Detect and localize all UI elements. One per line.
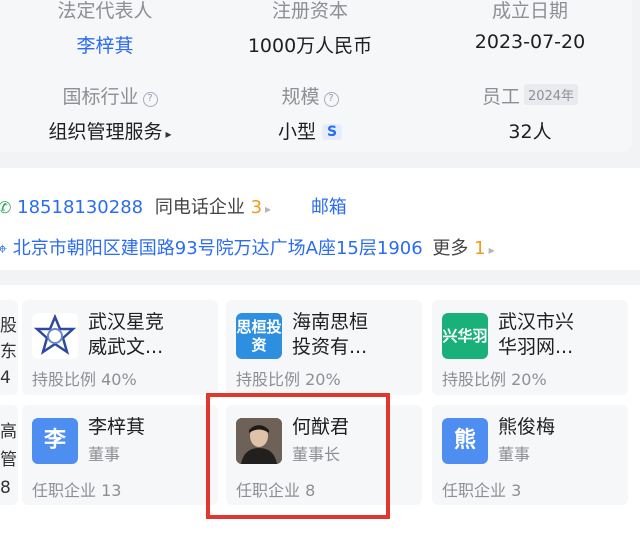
shareholder-name: 武汉市兴 [498,311,575,333]
caret-right-icon: ▸ [165,127,172,141]
more-count: 1 [474,238,486,259]
highlight-box [206,393,390,519]
shareholder-stat: 持股比例 20% [442,370,547,389]
legal-rep-label: 法定代表人 [57,0,153,22]
scale-cell: 规模? 小型 S [230,82,390,144]
contact-section: ✆ 18518130288 同电话企业 3 ▸ 邮箱 ⌖ 北京市朝阳区建国路93号… [0,168,640,270]
phone-icon: ✆ [0,198,12,217]
scale-tag: S [321,124,343,140]
scale-value: 小型 [277,121,316,143]
same-phone-count: 3 [250,197,263,218]
manager-card[interactable]: 李 李梓萁 董事 任职企业 13 [22,405,218,505]
company-info-card: 法定代表人 李梓萁 注册资本 1000万人民币 成立日期 2023-07-20 … [0,0,632,152]
same-phone-link[interactable]: 同电话企业 [155,197,245,218]
founded-cell: 成立日期 2023-07-20 [450,0,610,53]
staff-year-badge: 2024年 [523,84,579,105]
help-icon[interactable]: ? [142,92,158,107]
managers-entry[interactable]: 高 管 8 [0,405,18,505]
shareholder-name: 海南思桓 [292,311,369,333]
scale-label: 规模 [281,86,320,108]
legal-rep-link[interactable]: 李梓萁 [30,31,180,58]
shareholder-name: 华羽网... [498,336,574,358]
industry-text: 组织管理服务 [48,121,163,143]
staff-cell: 员工 2024年 32人 [450,82,610,144]
manager-role: 董事 [498,445,531,464]
edge-char: 股 [0,316,17,336]
manager-card[interactable]: 熊 熊俊梅 董事 任职企业 3 [432,405,628,505]
shareholders-entry[interactable]: 股 东 4 [0,300,18,395]
industry-cell: 国标行业? 组织管理服务 ▸ [20,82,200,144]
edge-char: 高 [0,422,17,442]
avatar: 熊 [442,418,488,464]
founded-label: 成立日期 [491,0,568,22]
capital-value: 1000万人民币 [247,35,373,57]
shareholder-card[interactable]: 武汉星竞 威武文... 持股比例 40% [22,300,218,395]
chevron-right-icon: ▸ [488,243,495,257]
help-icon[interactable]: ? [323,92,339,107]
edge-char: 8 [0,478,11,498]
capital-label: 注册资本 [271,0,348,22]
company-logo: 兴华羽 [442,313,488,359]
address-row: ⌖ 北京市朝阳区建国路93号院万达广场A座15层1906 更多 1 ▸ [0,234,495,260]
email-link[interactable]: 邮箱 [311,197,347,218]
manager-name: 熊俊梅 [498,416,556,438]
edge-char: 管 [0,450,17,470]
shareholder-name: 投资有... [292,336,368,358]
founded-value: 2023-07-20 [474,31,586,53]
manager-stat: 任职企业 13 [32,481,122,500]
chevron-right-icon: ▸ [265,202,272,216]
manager-role: 董事 [88,445,121,464]
industry-label: 国标行业 [62,86,139,108]
capital-cell: 注册资本 1000万人民币 [230,0,390,58]
star-logo-icon [32,313,78,359]
manager-stat: 任职企业 3 [442,481,522,500]
shareholder-name: 武汉星竞 [88,311,165,333]
company-logo: 思桓投资 [236,313,282,359]
edge-char: 东 [0,342,17,362]
staff-value: 32人 [508,121,552,143]
staff-label: 员工 [481,86,520,108]
more-link[interactable]: 更多 [432,238,468,259]
avatar: 李 [32,418,78,464]
shareholder-name: 威武文... [88,336,164,358]
shareholder-stat: 持股比例 20% [236,370,341,389]
edge-char: 4 [0,368,11,388]
phone-row: ✆ 18518130288 同电话企业 3 ▸ 邮箱 [0,193,347,219]
shareholder-card[interactable]: 兴华羽 武汉市兴 华羽网... 持股比例 20% [432,300,628,395]
shareholder-card[interactable]: 思桓投资 海南思桓 投资有... 持股比例 20% [226,300,422,395]
industry-value[interactable]: 组织管理服务 ▸ [20,117,200,144]
location-icon: ⌖ [0,239,8,258]
shareholder-stat: 持股比例 40% [32,370,137,389]
address-link[interactable]: 北京市朝阳区建国路93号院万达广场A座15层1906 [13,238,423,259]
phone-link[interactable]: 18518130288 [17,197,143,218]
legal-rep-cell: 法定代表人 李梓萁 [30,0,180,58]
manager-name: 李梓萁 [88,416,146,438]
